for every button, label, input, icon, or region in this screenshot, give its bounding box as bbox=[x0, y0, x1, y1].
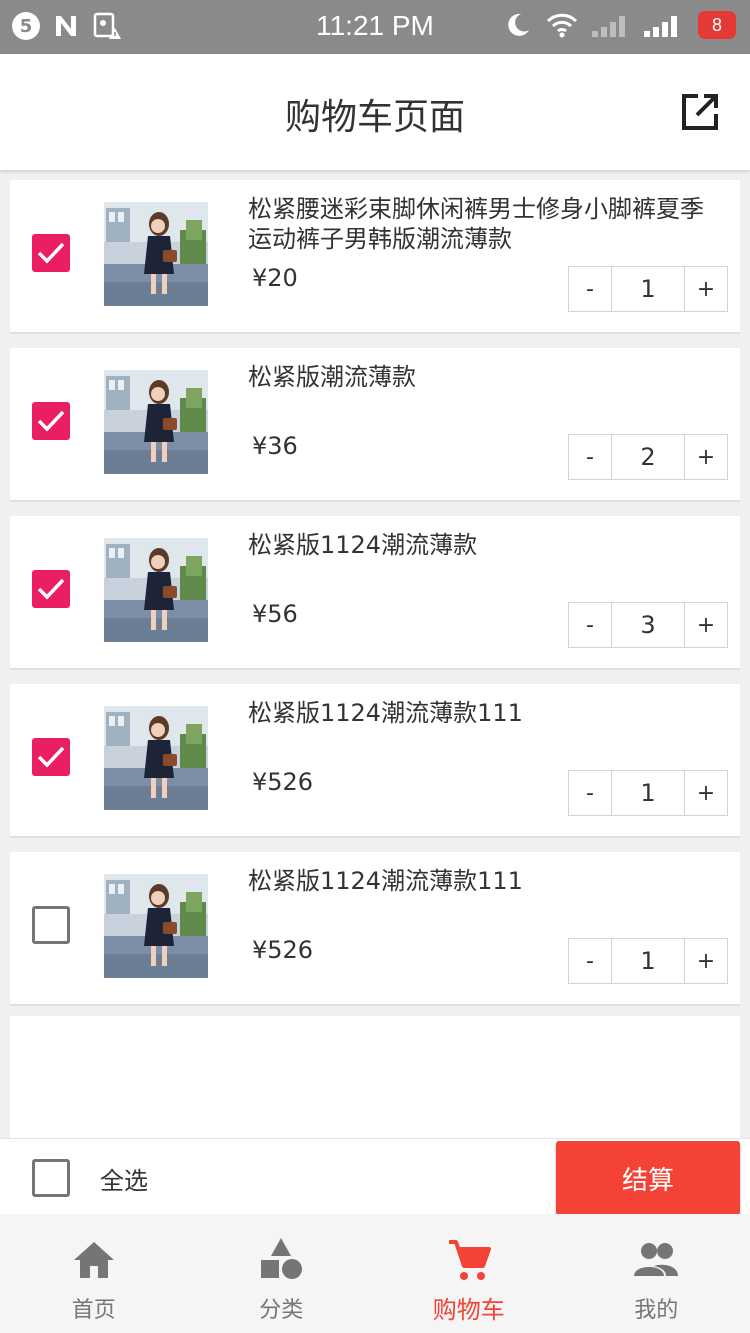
decrease-button[interactable]: - bbox=[568, 938, 612, 984]
wifi-icon bbox=[546, 13, 578, 38]
cart-icon bbox=[448, 1240, 491, 1280]
select-all-checkbox[interactable] bbox=[32, 1159, 70, 1197]
app-header: 购物车页面 bbox=[0, 54, 750, 170]
decrease-button[interactable]: - bbox=[568, 602, 612, 648]
people-icon bbox=[634, 1243, 679, 1276]
status-right: 8 bbox=[504, 11, 736, 39]
cart-item: 松紧版1124潮流薄款111 ¥526 - 1 + bbox=[10, 852, 740, 1006]
product-thumbnail[interactable] bbox=[104, 706, 208, 810]
increase-button[interactable]: + bbox=[684, 602, 728, 648]
page-title: 购物车页面 bbox=[284, 97, 465, 138]
nav-item-category[interactable]: 分类 bbox=[188, 1214, 376, 1333]
nav-item-profile[interactable]: 我的 bbox=[563, 1214, 750, 1333]
nav-label-profile: 我的 bbox=[634, 1298, 679, 1323]
quantity-value[interactable]: 1 bbox=[612, 938, 684, 984]
item-name[interactable]: 松紧版1124潮流薄款111 bbox=[248, 866, 724, 896]
product-thumbnail[interactable] bbox=[104, 874, 208, 978]
checkmark-icon bbox=[37, 242, 65, 264]
increase-button[interactable]: + bbox=[684, 770, 728, 816]
status-bar: 5 11:21 PM 8 bbox=[0, 0, 750, 54]
nav-item-cart[interactable]: 购物车 bbox=[375, 1214, 563, 1333]
item-name[interactable]: 松紧版1124潮流薄款111 bbox=[248, 698, 724, 728]
signal-icon bbox=[643, 16, 677, 37]
nav-label-cart: 购物车 bbox=[432, 1296, 505, 1324]
category-shapes-icon bbox=[261, 1238, 303, 1279]
increase-button[interactable]: + bbox=[684, 938, 728, 984]
cart-list: 松紧腰迷彩束脚休闲裤男士修身小脚裤夏季运动裤子男韩版潮流薄款 ¥20 - 1 + bbox=[10, 180, 740, 1020]
quantity-stepper: - 1 + bbox=[568, 938, 730, 984]
checkmark-icon bbox=[37, 410, 65, 432]
product-thumbnail[interactable] bbox=[104, 202, 208, 306]
battery-icon: 8 bbox=[697, 11, 736, 39]
quantity-value[interactable]: 1 bbox=[612, 266, 684, 312]
item-name[interactable]: 松紧腰迷彩束脚休闲裤男士修身小脚裤夏季运动裤子男韩版潮流薄款 bbox=[248, 194, 724, 254]
moon-icon bbox=[508, 13, 529, 36]
increase-button[interactable]: + bbox=[684, 434, 728, 480]
quantity-value[interactable]: 3 bbox=[612, 602, 684, 648]
item-price: ¥36 bbox=[252, 432, 298, 460]
item-price: ¥526 bbox=[252, 936, 314, 964]
quantity-value[interactable]: 1 bbox=[612, 770, 684, 816]
item-name[interactable]: 松紧版潮流薄款 bbox=[248, 362, 724, 392]
quantity-stepper: - 1 + bbox=[568, 266, 730, 312]
checkmark-icon bbox=[37, 578, 65, 600]
cart-item: 松紧腰迷彩束脚休闲裤男士修身小脚裤夏季运动裤子男韩版潮流薄款 ¥20 - 1 + bbox=[10, 180, 740, 334]
checkout-button[interactable]: 结算 bbox=[556, 1141, 740, 1215]
home-icon bbox=[73, 1242, 114, 1278]
quantity-stepper: - 1 + bbox=[568, 770, 730, 816]
item-price: ¥526 bbox=[252, 768, 314, 796]
quantity-stepper: - 3 + bbox=[568, 602, 730, 648]
item-checkbox[interactable] bbox=[32, 738, 70, 776]
bottom-nav: 首页 分类 购物车 我的 bbox=[0, 1214, 750, 1333]
checkmark-icon bbox=[37, 746, 65, 768]
quantity-value[interactable]: 2 bbox=[612, 434, 684, 480]
decrease-button[interactable]: - bbox=[568, 770, 612, 816]
item-checkbox[interactable] bbox=[32, 402, 70, 440]
product-thumbnail[interactable] bbox=[104, 538, 208, 642]
cart-item: 松紧版1124潮流薄款 ¥56 - 3 + bbox=[10, 516, 740, 670]
item-name[interactable]: 松紧版1124潮流薄款 bbox=[248, 530, 724, 560]
nav-label-home: 首页 bbox=[71, 1298, 116, 1323]
item-price: ¥20 bbox=[252, 264, 298, 292]
signal-icon bbox=[591, 16, 625, 37]
product-thumbnail[interactable] bbox=[104, 370, 208, 474]
select-all-label[interactable]: 全选 bbox=[100, 1161, 148, 1196]
decrease-button[interactable]: - bbox=[568, 266, 612, 312]
cart-item: 松紧版1124潮流薄款111 ¥526 - 1 + bbox=[10, 684, 740, 838]
nav-label-category: 分类 bbox=[259, 1298, 304, 1323]
item-checkbox[interactable] bbox=[32, 234, 70, 272]
item-price: ¥56 bbox=[252, 600, 298, 628]
decrease-button[interactable]: - bbox=[568, 434, 612, 480]
item-checkbox[interactable] bbox=[32, 570, 70, 608]
cart-list-empty-area bbox=[10, 1016, 740, 1138]
item-checkbox[interactable] bbox=[32, 906, 70, 944]
quantity-stepper: - 2 + bbox=[568, 434, 730, 480]
share-external-icon[interactable] bbox=[680, 92, 720, 132]
cart-item: 松紧版潮流薄款 ¥36 - 2 + bbox=[10, 348, 740, 502]
cart-action-bar: 全选 结算 bbox=[0, 1138, 750, 1215]
nav-item-home[interactable]: 首页 bbox=[0, 1214, 188, 1333]
increase-button[interactable]: + bbox=[684, 266, 728, 312]
